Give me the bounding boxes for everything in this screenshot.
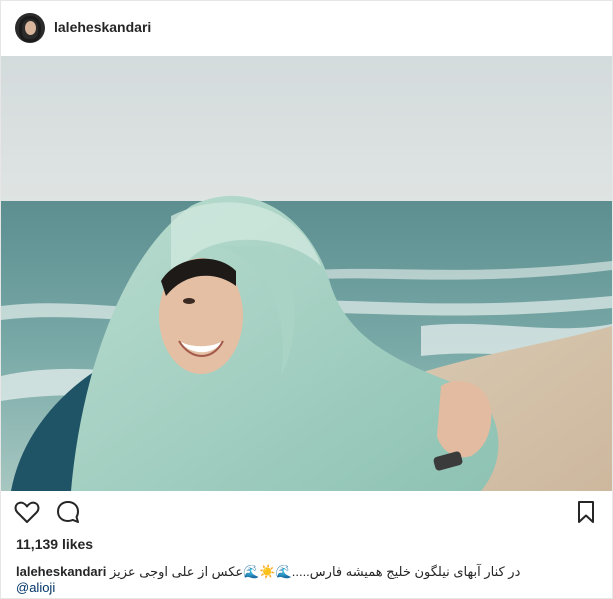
post-caption: laleheskandari در کنار آبهای نیلگون خلیج… <box>16 563 601 580</box>
heart-outline-icon[interactable] <box>12 497 42 527</box>
post-header: laleheskandari <box>1 1 612 56</box>
mention-link[interactable]: @alioji <box>16 579 55 596</box>
likes-count[interactable]: 11,139 likes <box>16 536 93 552</box>
caption-username[interactable]: laleheskandari <box>16 564 106 579</box>
beach-photo-illustration <box>1 56 612 491</box>
header-username[interactable]: laleheskandari <box>54 19 151 35</box>
speech-bubble-icon[interactable] <box>53 497 83 527</box>
action-bar <box>1 497 612 531</box>
bookmark-icon[interactable] <box>571 497 601 527</box>
instagram-post: laleheskandari 11,139 likes laleheskanda… <box>0 0 613 599</box>
post-photo[interactable] <box>1 56 612 491</box>
avatar[interactable] <box>15 13 45 43</box>
caption-text: در کنار آبهای نیلگون خلیج همیشه فارس....… <box>109 564 521 579</box>
